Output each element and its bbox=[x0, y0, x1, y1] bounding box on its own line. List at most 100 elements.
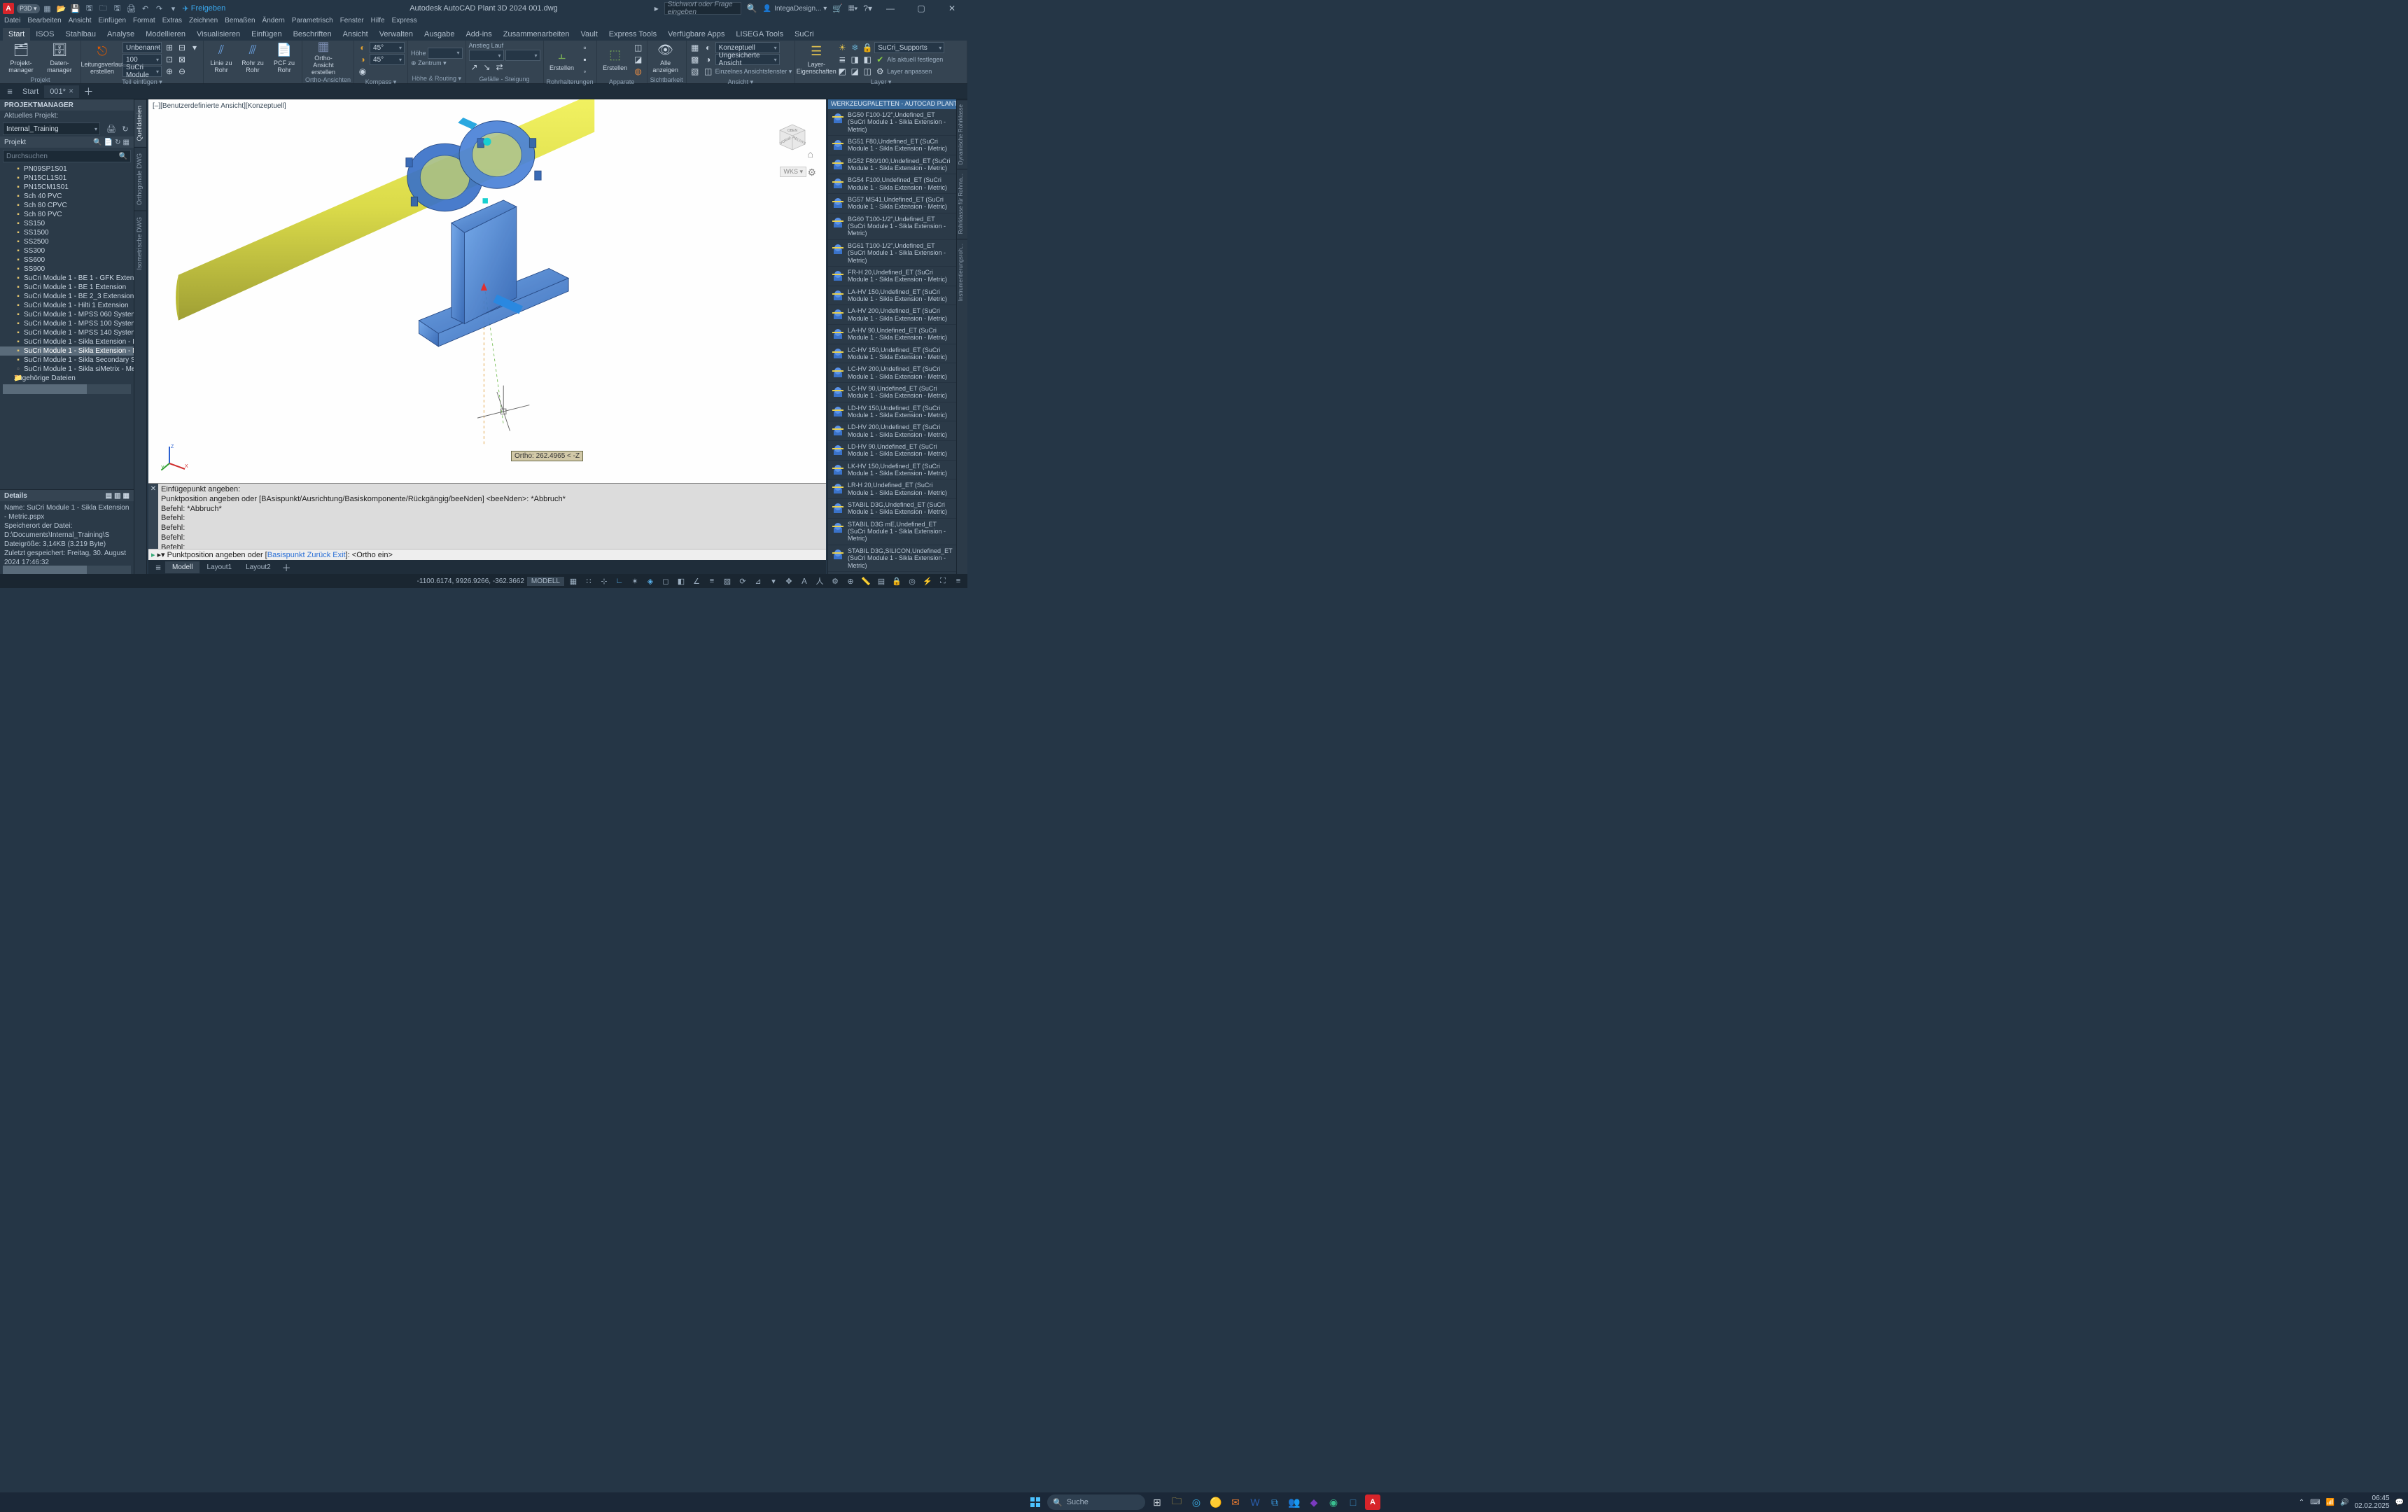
panel-caption[interactable]: Kompass ▾ bbox=[354, 78, 407, 86]
command-history[interactable]: ✕ Einfügepunkt angeben: Punktposition an… bbox=[148, 483, 826, 549]
app-1-icon[interactable]: ◆ bbox=[1306, 1494, 1322, 1510]
menu-ansicht[interactable]: Ansicht bbox=[69, 17, 92, 27]
tree-node[interactable]: ▪Sch 80 CPVC bbox=[0, 201, 134, 210]
project-manager-button[interactable]: 🗂Projekt- manager bbox=[3, 42, 39, 74]
panel-caption[interactable]: Teil einfügen ▾ bbox=[81, 78, 203, 86]
qat-new-icon[interactable]: ▦ bbox=[43, 4, 52, 13]
user-menu[interactable]: 👤IntegaDesign... ▾ bbox=[763, 5, 827, 13]
autocad-icon[interactable]: A bbox=[1365, 1494, 1380, 1510]
command-line[interactable]: ▸ ▸▾ Punktposition angeben oder [ Basisp… bbox=[148, 549, 826, 560]
minimize-button[interactable]: — bbox=[878, 0, 903, 17]
cmd-close-icon[interactable]: ✕ bbox=[148, 484, 158, 549]
menu-bemaßen[interactable]: Bemaßen bbox=[225, 17, 255, 27]
tree-filter-icon[interactable]: 🔍 bbox=[93, 139, 102, 146]
isolate-toggle[interactable]: ◎ bbox=[906, 575, 918, 587]
ribbon-tab-modellieren[interactable]: Modellieren bbox=[140, 28, 191, 41]
layout-menu-icon[interactable]: ≡ bbox=[151, 562, 165, 573]
filter-toggle[interactable]: ▾ bbox=[767, 575, 780, 587]
project-tree[interactable]: ▪PN09SP1S01▪PN15CL1S01▪PN15CM1S01▪Sch 40… bbox=[0, 164, 134, 489]
ribbon-tab-sucri[interactable]: SuCri bbox=[789, 28, 820, 41]
new-doc-tab-button[interactable]: ＋ bbox=[79, 85, 97, 99]
menu-parametrisch[interactable]: Parametrisch bbox=[292, 17, 333, 27]
layer-iso-icon[interactable]: ◨ bbox=[849, 54, 860, 65]
ribbon-tab-verwalten[interactable]: Verwalten bbox=[374, 28, 419, 41]
ucs-axis-icon[interactable]: Z X Y bbox=[161, 442, 189, 470]
doc-tabs-menu-icon[interactable]: ≡ bbox=[3, 86, 17, 97]
tree-node[interactable]: ▪Sch 80 PVC bbox=[0, 210, 134, 219]
edge-icon[interactable]: ◎ bbox=[1189, 1494, 1204, 1510]
ribbon-tab-express-tools[interactable]: Express Tools bbox=[603, 28, 662, 41]
layer-prev-icon[interactable]: ◧ bbox=[862, 54, 873, 65]
ribbon-tab-beschriften[interactable]: Beschriften bbox=[288, 28, 337, 41]
menu-fenster[interactable]: Fenster bbox=[340, 17, 364, 27]
palette-item[interactable]: FR-H 20,Undefined_ET (SuCri Module 1 - S… bbox=[828, 267, 956, 286]
word-icon[interactable]: W bbox=[1247, 1494, 1263, 1510]
qat-dropdown-icon[interactable]: ▾ bbox=[169, 4, 178, 13]
teil-tool-2[interactable]: ⊟ bbox=[176, 42, 188, 53]
transparency-toggle[interactable]: ▨ bbox=[721, 575, 734, 587]
ribbon-tab-vault[interactable]: Vault bbox=[575, 28, 603, 41]
taskbar-search[interactable]: 🔍Suche bbox=[1047, 1494, 1145, 1510]
search-icon[interactable]: 🔍 bbox=[119, 153, 127, 160]
palette-item[interactable]: BG57 MS41,Undefined_ET (SuCri Module 1 -… bbox=[828, 194, 956, 214]
layer-make-current-icon[interactable]: ✔ bbox=[874, 54, 886, 65]
tree-node[interactable]: ▪SuCri Module 1 - BE 2_3 Extension bbox=[0, 292, 134, 301]
ribbon-tab-stahlbau[interactable]: Stahlbau bbox=[60, 28, 102, 41]
layer-tool-c[interactable]: ◫ bbox=[862, 66, 873, 77]
ribbon-tab-zusammenarbeiten[interactable]: Zusammenarbeiten bbox=[498, 28, 575, 41]
tray-wifi-icon[interactable]: 📶 bbox=[2326, 1499, 2334, 1506]
close-button[interactable]: ✕ bbox=[939, 0, 965, 17]
current-layer-dropdown[interactable]: SuCri_Supports bbox=[874, 42, 944, 53]
ribbon-tab-verfügbare-apps[interactable]: Verfügbare Apps bbox=[662, 28, 730, 41]
view-tool-1[interactable]: ▦ bbox=[690, 42, 701, 53]
palette-item[interactable]: LK-HV 150,Undefined_ET (SuCri Module 1 -… bbox=[828, 461, 956, 480]
app-2-icon[interactable]: ◉ bbox=[1326, 1494, 1341, 1510]
qat-open-icon[interactable]: 📂 bbox=[57, 4, 66, 13]
zentrum-label[interactable]: ⊕ Zentrum ▾ bbox=[411, 59, 447, 67]
layout-tab-modell[interactable]: Modell bbox=[165, 561, 200, 573]
pm-hscrollbar[interactable] bbox=[3, 566, 131, 574]
drawing-canvas[interactable]: [–][Benutzerdefinierte Ansicht][Konzeptu… bbox=[148, 99, 826, 483]
slope-tool-1[interactable]: ↗ bbox=[469, 62, 480, 73]
palette-item[interactable]: STABIL D3G,SILICON,Undefined_ET (SuCri M… bbox=[828, 545, 956, 572]
workspace-button[interactable]: ⚙ bbox=[829, 575, 841, 587]
line-to-pipe-button[interactable]: ⫽Linie zu Rohr bbox=[206, 42, 236, 74]
tray-volume-icon[interactable]: 🔊 bbox=[2340, 1499, 2348, 1506]
tree-node[interactable]: ▪SS2500 bbox=[0, 237, 134, 246]
help-icon[interactable]: ?▾ bbox=[863, 4, 872, 13]
layer-adjust-icon[interactable]: ⚙ bbox=[874, 66, 886, 77]
support-tool-2[interactable]: ▪ bbox=[580, 54, 591, 65]
pm-refresh-icon[interactable]: ↻ bbox=[120, 123, 131, 134]
qat-plot-icon[interactable]: 🖨 bbox=[127, 4, 136, 13]
palette-tab-1[interactable]: Rohrklasse für Rohma... bbox=[957, 169, 967, 238]
tree-new-icon[interactable]: 📄 bbox=[104, 139, 113, 146]
doc-tab-start[interactable]: Start bbox=[17, 85, 44, 98]
coordinates-readout[interactable]: -1100.6174, 9926.9266, -362.3662 bbox=[417, 578, 524, 585]
annoscale-toggle[interactable]: Ａ bbox=[798, 575, 811, 587]
app-switcher-icon[interactable]: 𝄜▾ bbox=[848, 4, 858, 14]
help-search-input[interactable]: Stichwort oder Frage eingeben bbox=[664, 2, 741, 15]
lockui-toggle[interactable]: 🔒 bbox=[890, 575, 903, 587]
osnap-toggle[interactable]: ◻ bbox=[659, 575, 672, 587]
menu-extras[interactable]: Extras bbox=[162, 17, 182, 27]
viewport-label[interactable]: Einzelnes Ansichtsfenster ▾ bbox=[715, 68, 792, 76]
hwacc-toggle[interactable]: ⚡ bbox=[921, 575, 934, 587]
tray-clock[interactable]: 06:4502.02.2025 bbox=[2354, 1494, 2389, 1510]
spec-dropdown-3[interactable]: SuCri Module bbox=[122, 66, 162, 77]
maximize-button[interactable]: ▢ bbox=[909, 0, 934, 17]
tree-node[interactable]: ▪SS150 bbox=[0, 219, 134, 228]
data-manager-button[interactable]: 🗄Daten- manager bbox=[41, 42, 78, 74]
ribbon-tab-ansicht[interactable]: Ansicht bbox=[337, 28, 374, 41]
pcf-to-pipe-button[interactable]: 📄PCF zu Rohr bbox=[270, 42, 299, 74]
layer-properties-button[interactable]: ☰Layer- Eigenschaften bbox=[798, 43, 834, 76]
qat-saveweb-icon[interactable]: 🖫 bbox=[113, 4, 122, 13]
3dosnap-toggle[interactable]: ◧ bbox=[675, 575, 687, 587]
share-button[interactable]: ✈Freigeben bbox=[183, 4, 226, 13]
tree-node[interactable]: ▪SuCri Module 1 - Sikla Secondary Steel bbox=[0, 356, 134, 365]
teil-tool-7[interactable]: ⊖ bbox=[176, 66, 188, 77]
support-tool-3[interactable]: ◦ bbox=[580, 66, 591, 77]
palette-item[interactable]: BG54 F100,Undefined_ET (SuCri Module 1 -… bbox=[828, 174, 956, 194]
menu-ändern[interactable]: Ändern bbox=[262, 17, 285, 27]
current-project-dropdown[interactable]: Internal_Training bbox=[3, 122, 100, 135]
snap-toggle[interactable]: ∷ bbox=[582, 575, 595, 587]
